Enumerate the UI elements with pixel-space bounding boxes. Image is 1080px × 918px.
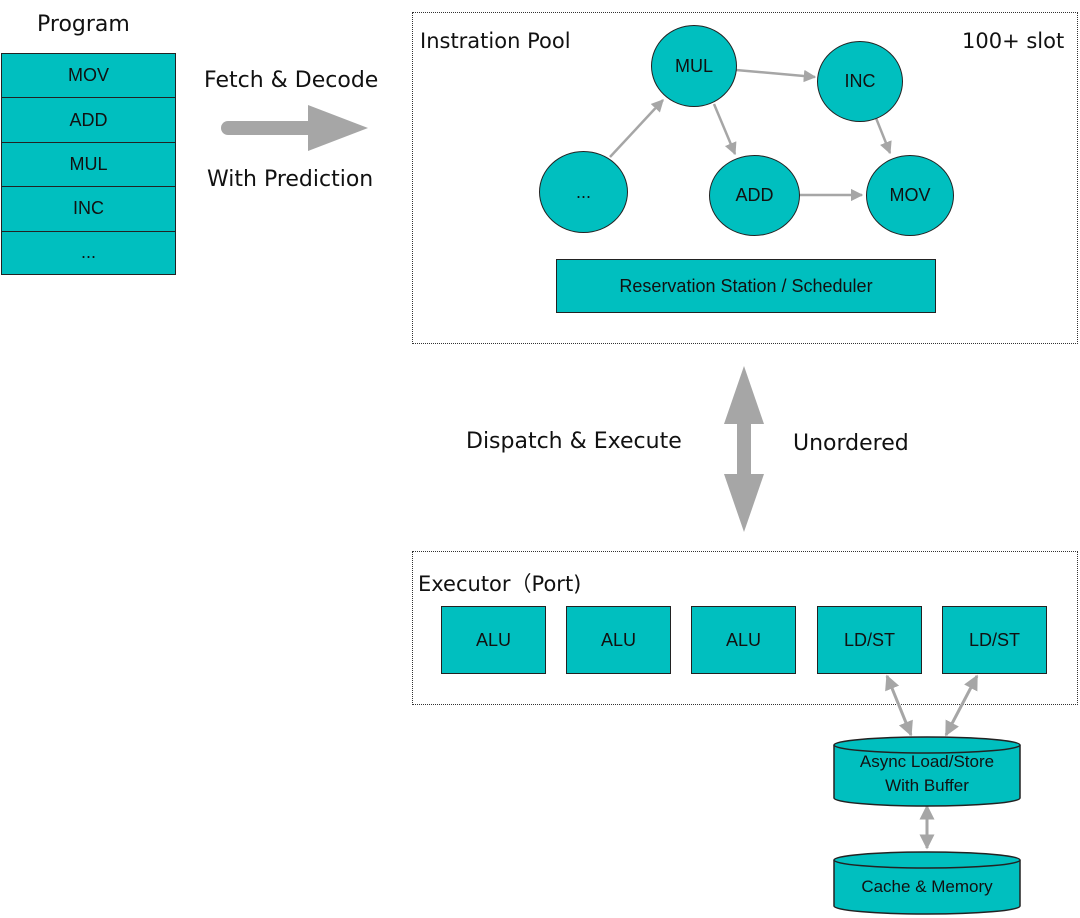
memory-label: Cache & Memory (861, 877, 993, 896)
buffer-label-line1: Async Load/Store (859, 752, 995, 771)
node-mov: MOV (866, 155, 954, 236)
node-mul: MUL (651, 25, 737, 107)
buffer-label-line2: With Buffer (885, 776, 969, 795)
port-ldst: LD/ST (817, 606, 922, 674)
edge-inc-to-mov (874, 117, 892, 155)
fetch-arrow-icon (221, 105, 368, 151)
buffer-label: Async Load/Store With Buffer (834, 750, 1020, 798)
node-ellipsis: ... (539, 151, 628, 233)
reservation-station: Reservation Station / Scheduler (556, 259, 936, 313)
edge-mul-to-add (712, 103, 737, 156)
edge-ellipsis-to-mul (609, 99, 664, 158)
node-inc: INC (817, 41, 903, 122)
dispatch-double-arrow-icon (724, 366, 764, 532)
edge-ldst2-buffer (944, 674, 979, 737)
port-alu: ALU (691, 606, 796, 674)
edge-mul-to-inc (735, 68, 817, 83)
edge-ldst1-buffer (885, 674, 913, 737)
port-alu: ALU (441, 606, 546, 674)
node-add: ADD (709, 155, 800, 236)
port-alu: ALU (566, 606, 671, 674)
port-ldst: LD/ST (942, 606, 1047, 674)
